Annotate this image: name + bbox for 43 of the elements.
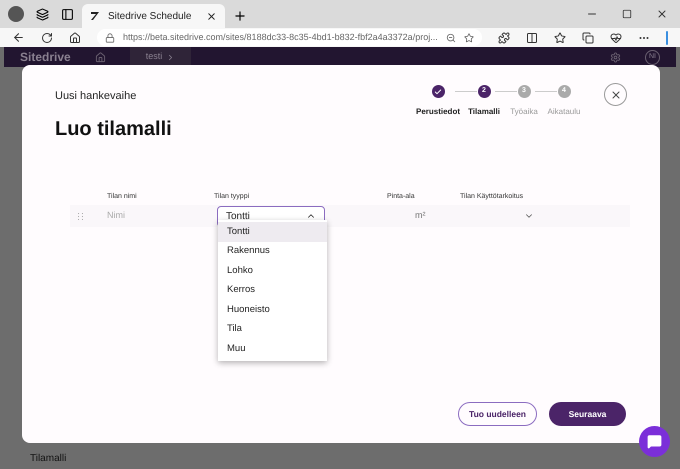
collections-icon[interactable] <box>582 32 594 44</box>
logo-icon <box>90 11 100 21</box>
step-label: Tilamalli <box>468 106 500 118</box>
close-button[interactable] <box>604 83 627 106</box>
favorites-icon[interactable] <box>554 32 566 44</box>
health-icon[interactable] <box>610 32 622 44</box>
step-label: Aikataulu <box>548 106 580 118</box>
tabs-icon[interactable] <box>36 8 49 20</box>
address-bar[interactable]: https://beta.sitedrive.com/sites/8188dc33-8c35-4bd1-b832-fbf2a4a3372a/proj... <box>97 29 482 46</box>
extensions-icon[interactable] <box>498 32 510 44</box>
dropdown-option[interactable]: Muu <box>218 339 327 358</box>
back-icon[interactable] <box>12 31 25 44</box>
modal-title: Luo tilamalli <box>55 116 172 142</box>
close-icon <box>610 88 622 100</box>
browser-tab[interactable]: Sitedrive Schedule <box>82 4 225 28</box>
close-icon[interactable] <box>656 8 668 20</box>
breadcrumb[interactable]: testi <box>130 47 192 67</box>
area-unit: m² <box>414 209 426 222</box>
split-screen-icon[interactable] <box>526 32 538 44</box>
dropdown-option[interactable]: Lohko <box>218 261 327 280</box>
chat-bubble-icon <box>647 434 662 449</box>
step-label: Perustiedot <box>416 106 460 118</box>
settings-icon[interactable] <box>610 52 621 62</box>
dropdown-option[interactable]: Kerros <box>218 280 327 300</box>
dropdown-option[interactable]: Tila <box>218 320 327 339</box>
maximize-icon[interactable] <box>622 9 632 19</box>
logo[interactable]: Sitedrive <box>20 48 71 66</box>
modal-subtitle: Uusi hankevaihe <box>55 89 138 104</box>
background-label: Tilamalli <box>30 453 66 465</box>
next-button[interactable]: Seuraava <box>549 402 626 426</box>
dropdown-option[interactable]: Huoneisto <box>218 300 327 320</box>
drag-handle-icon[interactable] <box>78 212 83 220</box>
reload-icon[interactable] <box>41 32 53 44</box>
home-icon[interactable] <box>69 32 81 44</box>
chat-button[interactable] <box>639 426 670 457</box>
avatar-icon[interactable] <box>8 6 24 22</box>
step-label: Työaika <box>510 106 538 118</box>
reimport-button[interactable]: Tuo uudelleen <box>458 402 537 426</box>
close-icon[interactable] <box>206 10 217 22</box>
new-tab-icon[interactable] <box>233 9 247 23</box>
dropdown-option[interactable]: Rakennus <box>218 242 327 261</box>
sidebar-icon[interactable] <box>61 8 74 20</box>
dropdown-option[interactable]: Tontti <box>218 222 327 242</box>
